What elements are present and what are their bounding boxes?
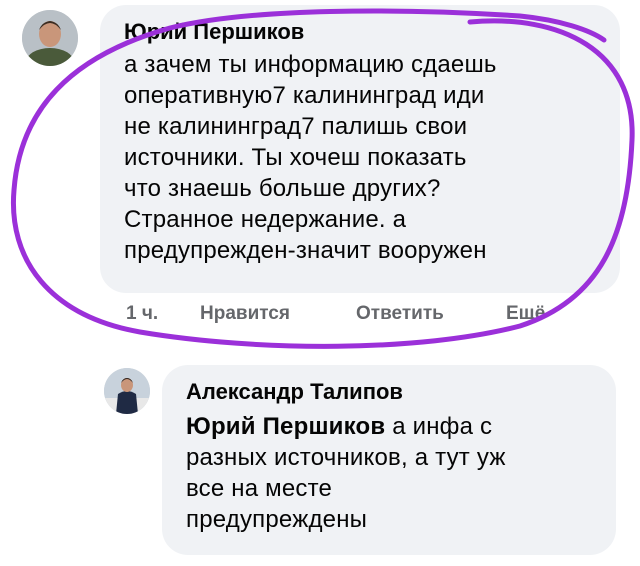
mention-link[interactable]: Юрий Першиков <box>186 413 385 440</box>
like-button[interactable]: Нравится <box>200 303 290 325</box>
comment-author[interactable]: Александр Талипов <box>186 379 592 405</box>
comment-text-line: источники. Ты хочеш показать <box>124 144 467 171</box>
comment-text-line: предупреждены <box>186 506 368 533</box>
user-avatar-photo-icon <box>104 368 150 414</box>
comment-text-line: что знаешь больше других? <box>124 175 441 202</box>
reply-bubble: Александр Талипов Юрий Першиков а инфа с… <box>162 365 616 555</box>
comment-2: Александр Талипов Юрий Першиков а инфа с… <box>0 350 640 566</box>
comment-text-line: предупрежден-значит вооружен <box>124 237 487 264</box>
comment-actions: 1 ч. Нравится Ответить Ещё <box>126 303 606 329</box>
comment-text-line: Юрий Першиков а инфа с <box>186 411 592 442</box>
comment-text-line: Странное недержание. а <box>124 206 407 233</box>
comment-bubble: Юрий Першиков а зачем ты информацию сдае… <box>100 5 620 293</box>
comment-text-line: все на месте <box>186 475 333 502</box>
comment-text-line: а зачем ты информацию сдаешь <box>124 51 497 78</box>
avatar[interactable] <box>22 10 78 66</box>
comment-text: а зачем ты информацию сдаешь оперативную… <box>124 49 596 266</box>
comment-text: Юрий Першиков а инфа с разных источников… <box>186 411 592 535</box>
timestamp[interactable]: 1 ч. <box>126 303 158 325</box>
comment-text-line: оперативную7 калининград иди <box>124 82 485 109</box>
comment-text-line: разных источников, а тут уж <box>186 444 506 471</box>
reply-button[interactable]: Ответить <box>356 303 444 325</box>
comment-author[interactable]: Юрий Першиков <box>124 19 596 45</box>
comment-1: Юрий Першиков а зачем ты информацию сдае… <box>0 0 640 340</box>
user-avatar-photo-icon <box>22 10 78 66</box>
comment-text-line: не калининград7 палишь свои <box>124 113 468 140</box>
comment-text-fragment: а инфа с <box>392 413 493 440</box>
more-button[interactable]: Ещё <box>506 303 545 325</box>
avatar[interactable] <box>104 368 150 414</box>
